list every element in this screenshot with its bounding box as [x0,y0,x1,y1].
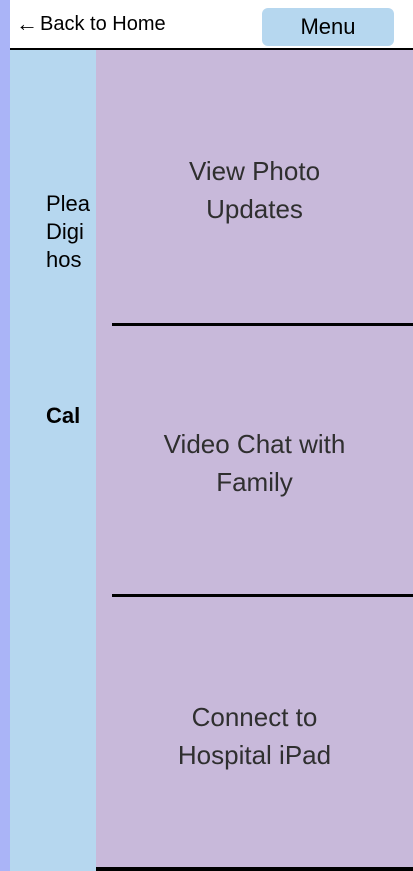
menu-item-label-line: Connect to [191,702,318,732]
partially-hidden-body-text: Plea Digi hos [46,190,90,274]
menu-item-view-photo-updates[interactable]: View Photo Updates [96,140,413,240]
menu-item-label-line: View Photo [188,156,321,186]
menu-button[interactable]: Menu [262,8,394,46]
menu-item-connect-to-hospital-ipad[interactable]: Connect to Hospital iPad [96,686,413,786]
back-arrow-icon: ← [16,11,38,36]
body-text-line: Digi [46,219,84,244]
menu-item-label-line: Family [216,467,293,497]
back-to-home-link[interactable]: ← Back to Home [16,9,166,39]
menu-drawer: View Photo Updates Video Chat with Famil… [96,50,413,871]
menu-divider [112,594,413,597]
menu-divider [112,323,413,326]
top-bar: ← Back to Home Menu [10,0,413,50]
menu-item-label-line: Video Chat with [163,429,346,459]
partially-hidden-bold-text: Cal [46,403,81,428]
menu-item-label-line: Hospital iPad [177,740,332,770]
menu-item-video-chat-with-family[interactable]: Video Chat with Family [96,413,413,513]
body-text-line: Plea [46,191,91,216]
app-screen: ← Back to Home Menu Plea Digi hos Cal Vi… [10,0,413,871]
body-text-line: hos [46,247,82,272]
back-link-label: Back to Home [40,12,166,35]
menu-bottom-border [96,867,413,871]
menu-item-label-line: Updates [206,194,303,224]
